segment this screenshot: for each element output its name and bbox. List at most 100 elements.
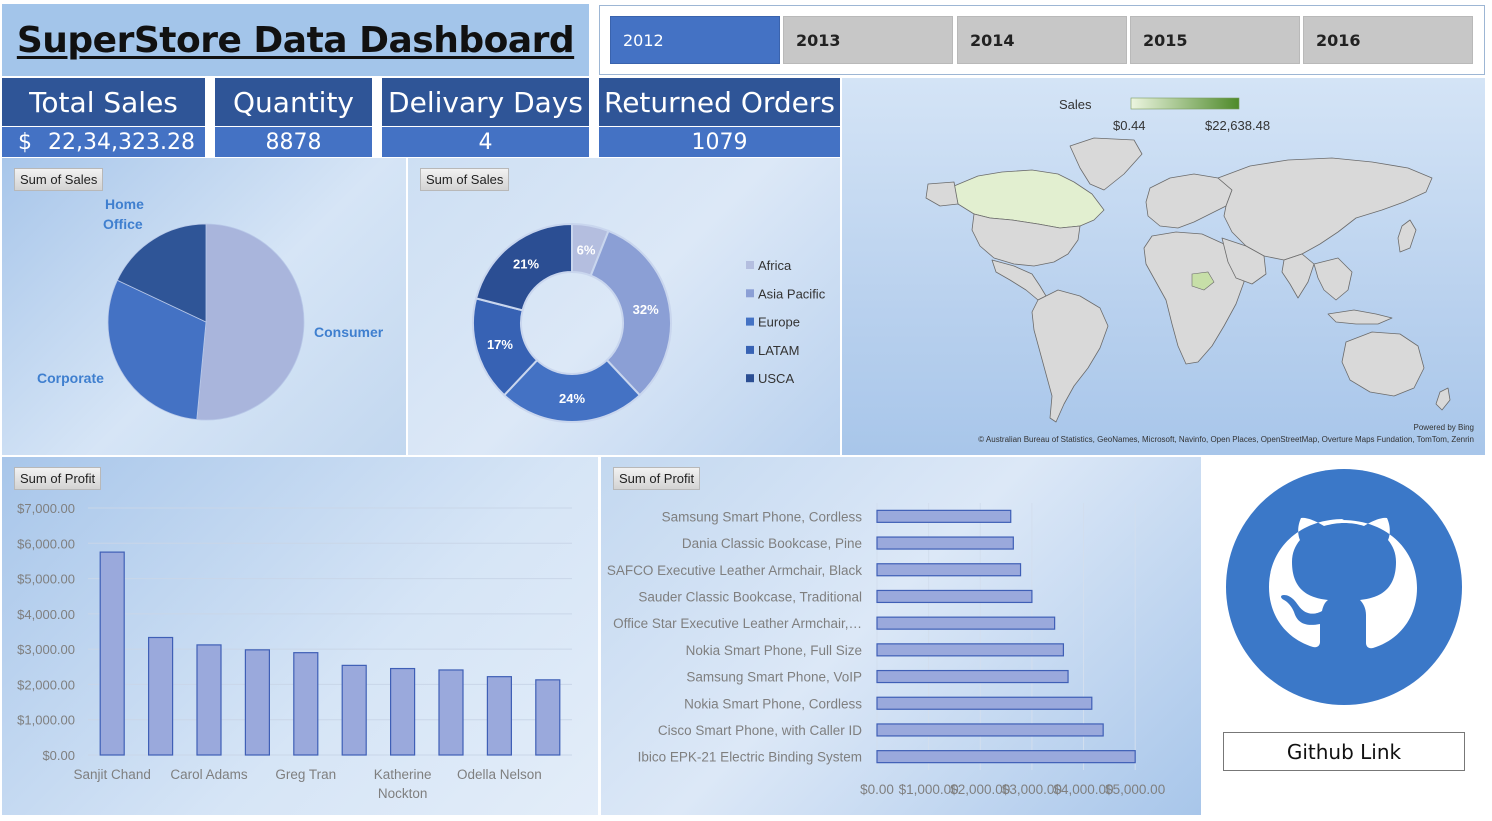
page-title: SuperStore Data Dashboard	[16, 19, 575, 61]
y-tick-label: Cisco Smart Phone, with Caller ID	[658, 723, 862, 738]
y-tick-label: $2,000.00	[17, 677, 75, 692]
bar-katherine-nockton	[390, 667, 416, 756]
segment-pie-chart: Consumer Corporate Home Office	[37, 196, 384, 421]
x-tick-label: Katherine	[374, 767, 432, 782]
kpi-delivery-days-value: 4	[382, 127, 589, 157]
y-tick-label: Office Star Executive Leather Armchair,…	[613, 616, 862, 631]
bar-nokia-smart-phone-full-size	[876, 643, 1065, 657]
year-slicer: 2012 2013 2014 2015 2016	[599, 5, 1485, 75]
bar-nokia-smart-phone-cordless	[876, 696, 1093, 710]
bar-unlabeled-3	[244, 649, 270, 756]
bar-office-star-executive-leather-armchair	[876, 616, 1056, 630]
kpi-total-sales-amount: 22,34,323.28	[48, 129, 195, 155]
donut-value-label-europe: 24%	[559, 391, 585, 406]
year-button-2014[interactable]: 2014	[957, 16, 1127, 64]
pie-slice-consumer	[196, 223, 305, 421]
bar-unlabeled-1	[148, 636, 174, 756]
bar-sauder-classic-bookcase-traditional	[876, 589, 1033, 604]
map-attribution: © Australian Bureau of Statistics, GeoNa…	[978, 435, 1474, 444]
pie-label-home-office-line2: Office	[103, 216, 143, 232]
y-tick-label: $3,000.00	[17, 642, 75, 657]
europe-shape	[1145, 173, 1233, 229]
map-powered-by: Powered by Bing	[1414, 423, 1474, 432]
pie-label-home-office-line1: Home	[105, 196, 144, 212]
x-tick-label: Odella Nelson	[457, 767, 542, 782]
x-tick-label: Nockton	[378, 786, 428, 801]
bar-ibico-epk-21-electric-binding-system	[876, 750, 1136, 764]
y-tick-label: Nokia Smart Phone, Cordless	[684, 696, 862, 711]
bar-dania-classic-bookcase-pine	[876, 536, 1014, 550]
year-button-2013[interactable]: 2013	[783, 16, 953, 64]
map-legend-max: $22,638.48	[1205, 118, 1270, 133]
kpi-quantity-label: Quantity	[215, 78, 372, 126]
y-tick-label: $5,000.00	[17, 572, 75, 587]
segment-sales-pie-panel: Sum of Sales Consumer Corporate Home Office	[2, 158, 406, 455]
greenland-shape	[1069, 137, 1143, 191]
product-profit-bar-panel: Sum of Profit $0.00 $1,000.00 $2,000.00 $3,…	[601, 457, 1201, 815]
year-button-2016[interactable]: 2016	[1303, 16, 1473, 64]
y-tick-label: $7,000.00	[17, 501, 75, 516]
y-tick-label: $6,000.00	[17, 536, 75, 551]
y-tick-label: Ibico EPK-21 Electric Binding System	[638, 750, 862, 765]
product-profit-barh-chart: $0.00 $1,000.00$2,000.00$3,000.00$4,000.0…	[607, 503, 1165, 797]
pie-label-corporate: Corporate	[37, 370, 104, 386]
bar-carol-adams	[196, 644, 222, 756]
y-tick-label: Sauder Classic Bookcase, Traditional	[638, 589, 862, 604]
x-tick-label: Carol Adams	[170, 767, 248, 782]
legend-swatch-latam	[746, 345, 754, 354]
title-banner: SuperStore Data Dashboard	[2, 4, 589, 76]
legend-label-latam: LATAM	[758, 343, 799, 358]
bar-odella-nelson	[486, 676, 512, 756]
bar-unlabeled-9	[535, 679, 561, 756]
github-link-button[interactable]: Github Link	[1223, 732, 1465, 771]
bar-sanjit-chand	[99, 551, 125, 756]
legend-swatch-usca	[746, 374, 754, 383]
bar-unlabeled-7	[438, 669, 464, 756]
australia-shape	[1341, 331, 1425, 397]
bar-greg-tran	[293, 652, 319, 756]
region-donut-chart: 6% 32% 24% 17% 21% Africa Asia Pacific Europe LA…	[472, 222, 826, 423]
x-tick-label: Sanjit Chand	[74, 767, 151, 782]
se-asia-shape	[1313, 257, 1353, 301]
kpi-returned-orders-value: 1079	[599, 127, 840, 157]
bar-samsung-smart-phone-cordless	[876, 509, 1012, 523]
y-tick-label: $1,000.00	[17, 713, 75, 728]
map-legend-title: Sales	[1059, 97, 1092, 112]
legend-label-usca: USCA	[758, 371, 794, 386]
legend-label-asia-pacific: Asia Pacific	[758, 286, 826, 301]
bar-cisco-smart-phone-with-caller-id	[876, 723, 1104, 737]
github-octocat-icon[interactable]	[1203, 457, 1490, 717]
kpi-delivery-days-label: Delivary Days	[382, 78, 589, 126]
legend-label-africa: Africa	[758, 258, 792, 273]
kpi-total-sales-label: Total Sales	[2, 78, 205, 126]
kpi-returned-orders-label: Returned Orders	[599, 78, 840, 126]
y-tick-label: $4,000.00	[17, 607, 75, 622]
customer-profit-bar-panel: Sum of Profit $0.00 $1,000.00 $2,000.00 $3,…	[2, 457, 598, 815]
x-tick-label: $5,000.00	[1105, 782, 1165, 797]
region-sales-donut-panel: Sum of Sales 6% 32% 24% 17% 21% Africa Asia Pa…	[408, 158, 840, 455]
world-sales-map[interactable]: Sales $0.44 $22,638.48 Powered by Bing © Aus…	[842, 78, 1485, 455]
sales-map-panel: Sales $0.44 $22,638.48 Powered by Bing © Aus…	[842, 78, 1485, 455]
y-tick-label: Samsung Smart Phone, Cordless	[662, 509, 863, 524]
kpi-currency-symbol: $	[18, 129, 32, 155]
kpi-total-sales-value: $ 22,34,323.28	[2, 127, 205, 157]
kpi-quantity-value: 8878	[215, 127, 372, 157]
new-zealand-shape	[1435, 387, 1451, 411]
year-button-2015[interactable]: 2015	[1130, 16, 1300, 64]
donut-value-label-usca: 21%	[513, 257, 539, 272]
y-tick-label: $0.00	[42, 748, 75, 763]
bar-samsung-smart-phone-voip	[876, 669, 1069, 684]
year-button-2012[interactable]: 2012	[610, 16, 780, 64]
central-america-shape	[991, 259, 1047, 301]
legend-swatch-asia-pacific	[746, 289, 754, 298]
indonesia-shape	[1327, 309, 1393, 325]
alaska-shape	[925, 181, 959, 207]
legend-swatch-africa	[746, 261, 754, 269]
map-legend-gradient	[1130, 97, 1240, 110]
customer-profit-bar-chart: $0.00 $1,000.00 $2,000.00 $3,000.00 $4,000.0…	[17, 501, 572, 801]
pie-label-consumer: Consumer	[314, 324, 384, 340]
bar-unlabeled-5	[341, 664, 367, 756]
legend-swatch-europe	[746, 317, 754, 326]
y-tick-label: Dania Classic Bookcase, Pine	[682, 536, 862, 551]
donut-value-label-latam: 17%	[487, 337, 513, 352]
